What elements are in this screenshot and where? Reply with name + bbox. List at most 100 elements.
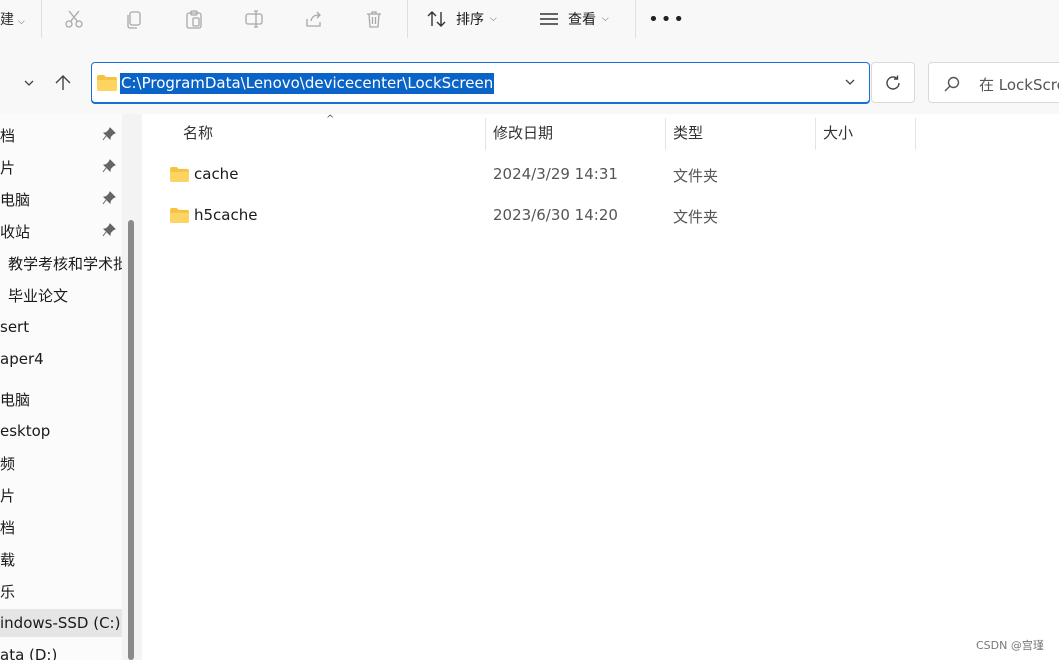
sidebar-item-desktop[interactable]: esktop	[0, 417, 122, 445]
cut-icon	[65, 10, 83, 28]
sidebar-item-folder[interactable]: aper4	[0, 345, 122, 373]
file-date: 2024/3/29 14:31	[493, 165, 618, 183]
view-button[interactable]: 查看 ⌵	[538, 5, 609, 33]
folder-icon	[170, 208, 189, 223]
toolbar-divider	[635, 0, 636, 38]
sidebar-item-label: esktop	[0, 422, 51, 440]
copy-button[interactable]	[118, 5, 150, 33]
file-type: 文件夹	[673, 167, 719, 185]
new-button[interactable]: 建 ⌵	[0, 9, 25, 29]
column-header-type[interactable]: 类型	[673, 114, 703, 150]
column-header-label: 类型	[673, 123, 704, 142]
chevron-down-icon	[24, 80, 34, 86]
delete-button[interactable]	[358, 5, 390, 33]
search-icon	[944, 76, 960, 92]
share-icon	[306, 11, 321, 27]
navigation-bar: C:\ProgramData\Lenovo\devicecenter\LockS…	[0, 52, 1059, 114]
sidebar-item-label: 档	[0, 518, 16, 537]
up-button[interactable]	[48, 68, 78, 98]
chevron-down-icon	[845, 79, 855, 85]
sidebar-item-downloads[interactable]: 载	[0, 545, 122, 573]
sidebar-item-label: aper4	[0, 350, 44, 368]
toolbar-divider	[41, 0, 42, 38]
share-button[interactable]	[298, 5, 330, 33]
paste-icon	[186, 10, 202, 29]
watermark: CSDN @宫瑾	[976, 639, 1044, 652]
column-divider[interactable]	[815, 118, 816, 150]
column-header-size[interactable]: 大小	[823, 114, 853, 150]
address-bar[interactable]: C:\ProgramData\Lenovo\devicecenter\LockS…	[91, 62, 870, 103]
sidebar-item-videos[interactable]: 频	[0, 449, 122, 477]
view-label: 查看	[568, 12, 596, 28]
column-header-label: 修改日期	[493, 123, 554, 142]
paste-button[interactable]	[178, 5, 210, 33]
file-name[interactable]: h5cache	[194, 206, 257, 224]
scrollbar-thumb[interactable]	[128, 220, 134, 660]
sidebar-item-this-pc[interactable]: 电脑	[0, 385, 122, 413]
sidebar-item-label: 乐	[0, 582, 16, 601]
sidebar-item-music[interactable]: 乐	[0, 577, 122, 605]
sidebar-item-label: 电脑	[0, 190, 31, 209]
sort-icon	[427, 11, 446, 27]
address-path[interactable]: C:\ProgramData\Lenovo\devicecenter\LockS…	[120, 73, 495, 94]
sidebar-item-label: 频	[0, 454, 16, 473]
table-row[interactable]: h5cache 2023/6/30 14:20 文件夹	[162, 196, 922, 236]
pin-icon	[102, 223, 116, 237]
sort-ascending-icon: ^	[326, 114, 335, 125]
new-label: 建	[0, 12, 14, 28]
view-icon	[540, 13, 558, 25]
rename-button[interactable]	[238, 5, 270, 33]
file-name[interactable]: cache	[194, 165, 238, 183]
sidebar-item-label: 收站	[0, 222, 31, 241]
folder-icon	[97, 75, 117, 91]
sidebar-item-label: 教学考核和学术批	[8, 254, 122, 273]
folder-icon	[170, 167, 189, 182]
column-divider[interactable]	[485, 118, 486, 150]
file-type: 文件夹	[673, 208, 719, 226]
sidebar-item-label: 载	[0, 550, 16, 569]
toolbar-divider	[407, 0, 408, 38]
sidebar-item-documents[interactable]: 档	[0, 121, 122, 149]
sidebar-item-label: ata (D:)	[0, 646, 58, 660]
sidebar-item-label: 毕业论文	[8, 286, 69, 305]
sidebar-item-label: sert	[0, 318, 30, 336]
sidebar-item-folder[interactable]: 教学考核和学术批	[0, 249, 122, 277]
column-header-date[interactable]: 修改日期	[493, 114, 553, 150]
sort-label: 排序	[456, 12, 484, 28]
sidebar-item-label: 档	[0, 126, 16, 145]
more-options-icon: •••	[648, 8, 686, 30]
sidebar-item-label: 片	[0, 158, 16, 177]
recent-locations-button[interactable]	[14, 68, 44, 98]
chevron-down-icon: ⌵	[18, 17, 25, 27]
delete-icon	[367, 11, 381, 28]
sidebar-item-label: indows-SSD (C:)	[0, 614, 121, 632]
sidebar-item-label: 片	[0, 486, 16, 505]
sidebar-item-this-pc-pinned[interactable]: 电脑	[0, 185, 122, 213]
file-list: ^ 名称 修改日期 类型 大小 cache 2024/3/29 14:31 文件…	[142, 114, 1059, 660]
table-row[interactable]: cache 2024/3/29 14:31 文件夹	[162, 155, 922, 195]
sidebar-item-c-drive[interactable]: indows-SSD (C:)	[0, 609, 122, 637]
sidebar-item-pictures-pc[interactable]: 片	[0, 481, 122, 509]
navigation-pane: 档 片 电脑 收站 教学考核和学术批 毕业论文 sert aper4 电脑 es…	[0, 114, 122, 660]
sidebar-item-folder[interactable]: sert	[0, 313, 122, 341]
column-divider[interactable]	[665, 118, 666, 150]
column-divider[interactable]	[915, 118, 916, 150]
arrow-up-icon	[55, 75, 71, 90]
cut-button[interactable]	[58, 5, 90, 33]
sidebar-scrollbar[interactable]	[122, 114, 142, 660]
more-options-button[interactable]: •••	[648, 5, 684, 33]
sidebar-item-d-drive[interactable]: ata (D:)	[0, 641, 122, 660]
search-input[interactable]: 在 LockScreen	[928, 62, 1059, 103]
chevron-down-icon: ⌵	[602, 14, 609, 24]
column-header-label: 名称	[183, 123, 214, 142]
sidebar-item-documents-pc[interactable]: 档	[0, 513, 122, 541]
file-date: 2023/6/30 14:20	[493, 206, 618, 224]
sort-button[interactable]: 排序 ⌵	[426, 5, 497, 33]
column-header-name[interactable]: 名称	[183, 114, 213, 150]
copy-icon	[127, 11, 141, 29]
sidebar-item-pictures[interactable]: 片	[0, 153, 122, 181]
command-toolbar: 建 ⌵ 排序 ⌵ 查看 ⌵ •••	[0, 0, 1059, 53]
refresh-button[interactable]	[871, 62, 915, 103]
sidebar-item-folder[interactable]: 毕业论文	[0, 281, 122, 309]
sidebar-item-recycle-bin[interactable]: 收站	[0, 217, 122, 245]
